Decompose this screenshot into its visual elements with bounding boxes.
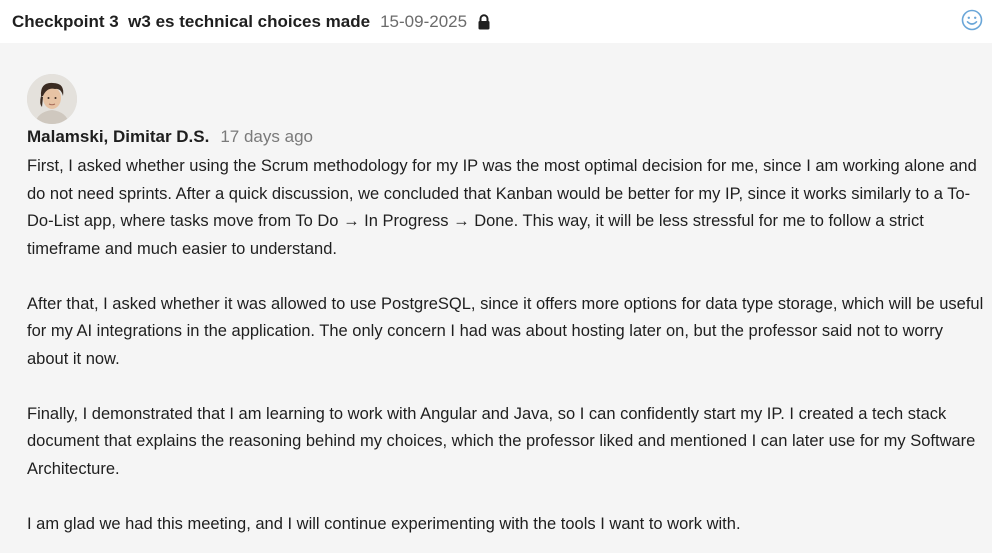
smiley-icon[interactable] [961, 9, 983, 31]
author-name: Malamski, Dimitar D.S. [27, 127, 210, 146]
post-paragraph: I am glad we had this meeting, and I wil… [27, 514, 741, 533]
author-line: Malamski, Dimitar D.S. 17 days ago [27, 127, 313, 151]
checkpoint-date: 15-09-2025 [380, 11, 468, 31]
checkpoint-title: Checkpoint 3 w3 es technical choices mad… [12, 11, 371, 31]
post-paragraph: First, I asked whether using the Scrum m… [27, 157, 977, 258]
post-time: 17 days ago [220, 127, 313, 146]
post-paragraph: Finally, I demonstrated that I am learni… [27, 404, 976, 478]
avatar [27, 74, 77, 124]
feedback-entry: Malamski, Dimitar D.S. 17 days ago First… [0, 43, 992, 553]
post-body: First, I asked whether using the Scrum m… [27, 153, 987, 538]
post-paragraph: After that, I asked whether it was allow… [27, 294, 984, 368]
lock-icon [477, 13, 491, 30]
checkpoint-header: Checkpoint 3 w3 es technical choices mad… [0, 0, 992, 43]
